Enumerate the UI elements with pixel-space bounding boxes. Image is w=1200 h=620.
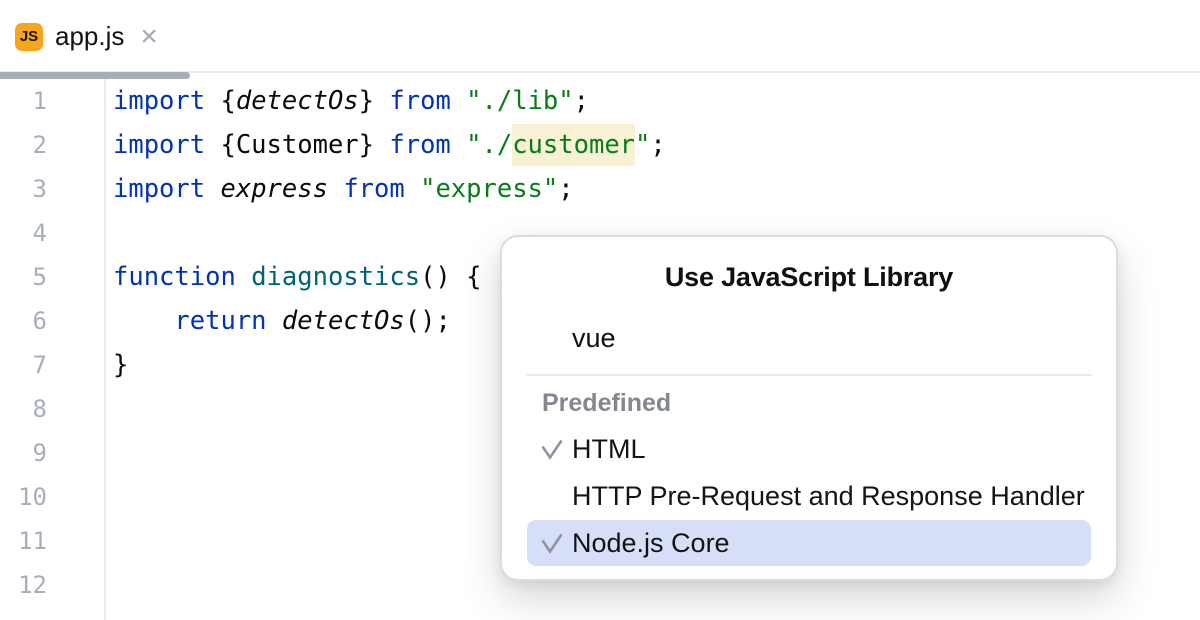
code-token: ; bbox=[574, 86, 589, 116]
code-token: detectOs bbox=[282, 306, 405, 336]
code-token: () { bbox=[420, 262, 481, 292]
code-token: { bbox=[205, 86, 236, 116]
editor-tab-bar: JS app.js × bbox=[0, 0, 1200, 73]
code-token: detectOs bbox=[236, 86, 359, 116]
code-token: diagnostics bbox=[251, 262, 420, 292]
line-number: 2 bbox=[0, 123, 104, 167]
tab-label: app.js bbox=[55, 21, 124, 52]
tab-app-js[interactable]: JS app.js × bbox=[0, 0, 176, 73]
code-token: "express" bbox=[420, 174, 558, 204]
code-token: " bbox=[635, 130, 650, 160]
code-token bbox=[267, 306, 282, 336]
library-item-label: Node.js Core bbox=[572, 528, 730, 559]
code-token bbox=[451, 86, 466, 116]
library-search-input[interactable] bbox=[572, 323, 1042, 354]
code-token: {Customer} bbox=[205, 130, 389, 160]
code-token: from bbox=[343, 174, 404, 204]
line-number: 11 bbox=[0, 519, 104, 563]
popup-title: Use JavaScript Library bbox=[502, 262, 1116, 293]
code-token bbox=[451, 130, 466, 160]
active-tab-underline bbox=[0, 72, 190, 79]
code-token: (); bbox=[405, 306, 451, 336]
code-token: return bbox=[174, 306, 266, 336]
line-number: 9 bbox=[0, 431, 104, 475]
ide-window: JS app.js × 123456789101112 import {dete… bbox=[0, 0, 1200, 620]
section-header-predefined: Predefined bbox=[542, 389, 671, 418]
line-number: 4 bbox=[0, 211, 104, 255]
code-token: from bbox=[389, 86, 450, 116]
line-number: 3 bbox=[0, 167, 104, 211]
code-token: "./ bbox=[466, 130, 512, 160]
code-token: express bbox=[220, 174, 327, 204]
code-token bbox=[205, 174, 220, 204]
checkmark-icon bbox=[540, 532, 564, 554]
line-number-gutter: 123456789101112 bbox=[0, 75, 106, 620]
code-line[interactable]: import express from "express"; bbox=[113, 167, 1200, 211]
line-number: 12 bbox=[0, 563, 104, 607]
line-number: 10 bbox=[0, 475, 104, 519]
library-item-html[interactable]: HTML bbox=[527, 426, 1091, 472]
code-token: ; bbox=[650, 130, 665, 160]
library-item-node-js-core[interactable]: Node.js Core bbox=[527, 520, 1091, 566]
line-number: 5 bbox=[0, 255, 104, 299]
library-list: HTML HTTP Pre-Request and Response Handle… bbox=[527, 426, 1091, 567]
library-item-http-pre-request-and-response-handler[interactable]: HTTP Pre-Request and Response Handler bbox=[527, 473, 1091, 519]
highlighted-usage: customer bbox=[512, 124, 635, 166]
code-token bbox=[236, 262, 251, 292]
library-item-label: HTTP Pre-Request and Response Handler bbox=[572, 481, 1085, 512]
code-token: } bbox=[359, 86, 390, 116]
js-file-icon: JS bbox=[15, 23, 43, 51]
checkmark-icon bbox=[540, 485, 564, 507]
code-token: from bbox=[389, 130, 450, 160]
code-token bbox=[405, 174, 420, 204]
code-line[interactable]: import {Customer} from "./customer"; bbox=[113, 123, 1200, 167]
code-token: } bbox=[113, 350, 128, 380]
line-number: 1 bbox=[0, 79, 104, 123]
use-javascript-library-popup: Use JavaScript Library Predefined HTMLHT… bbox=[500, 235, 1118, 581]
code-token bbox=[328, 174, 343, 204]
library-item-label: HTML bbox=[572, 434, 646, 465]
line-number: 6 bbox=[0, 299, 104, 343]
line-number: 7 bbox=[0, 343, 104, 387]
code-token bbox=[113, 306, 174, 336]
code-token: "./lib" bbox=[466, 86, 573, 116]
code-line[interactable]: import {detectOs} from "./lib"; bbox=[113, 79, 1200, 123]
checkmark-icon bbox=[540, 438, 564, 460]
close-icon[interactable]: × bbox=[140, 22, 158, 52]
code-token: ; bbox=[558, 174, 573, 204]
code-token: import bbox=[113, 86, 205, 116]
code-token: function bbox=[113, 262, 236, 292]
code-token: import bbox=[113, 130, 205, 160]
code-token: import bbox=[113, 174, 205, 204]
line-number: 8 bbox=[0, 387, 104, 431]
divider bbox=[527, 374, 1092, 376]
